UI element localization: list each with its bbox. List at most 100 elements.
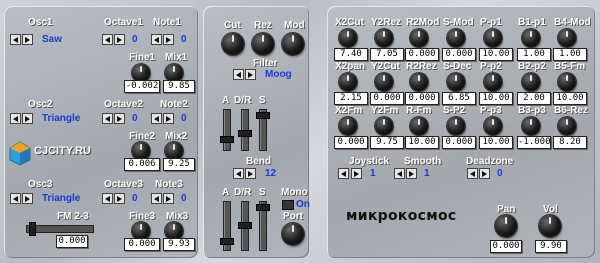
matrix-value[interactable]: 0.000 xyxy=(442,136,476,149)
matrix-knob[interactable] xyxy=(484,29,502,47)
matrix-knob[interactable] xyxy=(447,73,465,91)
filter-type-next-button[interactable] xyxy=(245,69,256,80)
rez-knob[interactable] xyxy=(252,33,274,55)
env1-decay-release-slider[interactable] xyxy=(238,109,252,151)
matrix-value[interactable]: 1.00 xyxy=(553,48,587,61)
fine1-value[interactable]: -0.002 xyxy=(124,80,160,93)
env1-attack-slider[interactable] xyxy=(220,109,234,151)
env2-decay-release-slider[interactable] xyxy=(238,201,252,251)
matrix-knob[interactable] xyxy=(447,29,465,47)
port-knob[interactable] xyxy=(282,223,304,245)
env1-decay-release-thumb[interactable] xyxy=(238,130,252,137)
fm23-slider[interactable] xyxy=(26,222,94,236)
fine2-value[interactable]: 0.006 xyxy=(124,158,160,171)
matrix-value[interactable]: 0.000 xyxy=(334,136,368,149)
matrix-value[interactable]: 9.75 xyxy=(370,136,404,149)
matrix-value[interactable]: 0.000 xyxy=(405,92,439,105)
osc1-wave-next-button[interactable] xyxy=(22,34,33,45)
env1-sustain-slider[interactable] xyxy=(256,109,270,151)
filter-type-prev-button[interactable] xyxy=(233,69,244,80)
matrix-knob[interactable] xyxy=(375,29,393,47)
bend-down-button[interactable] xyxy=(233,168,244,179)
matrix-value[interactable]: 0.000 xyxy=(405,48,439,61)
matrix-value[interactable]: 7.05 xyxy=(370,48,404,61)
mod-knob[interactable] xyxy=(282,33,304,55)
fm23-value[interactable]: 0.000 xyxy=(56,235,88,248)
env2-decay-release-thumb[interactable] xyxy=(238,222,252,229)
env2-sustain-thumb[interactable] xyxy=(256,204,270,211)
matrix-value[interactable]: 8.20 xyxy=(553,136,587,149)
smooth-next-button[interactable] xyxy=(406,168,417,179)
matrix-value[interactable]: 0.000 xyxy=(442,48,476,61)
mono-toggle[interactable] xyxy=(282,200,294,210)
matrix-value[interactable]: 2.15 xyxy=(334,92,368,105)
osc1-wave-prev-button[interactable] xyxy=(10,34,21,45)
osc2-wave-next-button[interactable] xyxy=(22,113,33,124)
pan-knob[interactable] xyxy=(495,215,517,237)
note2-up-button[interactable] xyxy=(163,113,174,124)
env2-attack-slider[interactable] xyxy=(220,201,234,251)
fine3-value[interactable]: 0.000 xyxy=(124,238,160,251)
note1-up-button[interactable] xyxy=(163,34,174,45)
matrix-knob[interactable] xyxy=(375,117,393,135)
pan-value[interactable]: 0.000 xyxy=(490,240,522,253)
note3-up-button[interactable] xyxy=(163,193,174,204)
osc3-wave-prev-button[interactable] xyxy=(10,193,21,204)
mix1-value[interactable]: 9.85 xyxy=(163,80,195,93)
matrix-knob[interactable] xyxy=(558,117,576,135)
matrix-value[interactable]: 10.00 xyxy=(479,136,513,149)
note3-down-button[interactable] xyxy=(151,193,162,204)
octave1-up-button[interactable] xyxy=(114,34,125,45)
cut-knob[interactable] xyxy=(222,33,244,55)
joystick-prev-button[interactable] xyxy=(338,168,349,179)
matrix-knob[interactable] xyxy=(522,73,540,91)
matrix-knob[interactable] xyxy=(339,117,357,135)
matrix-knob[interactable] xyxy=(339,29,357,47)
vol-knob[interactable] xyxy=(539,215,561,237)
octave2-up-button[interactable] xyxy=(114,113,125,124)
matrix-value[interactable]: 0.000 xyxy=(370,92,404,105)
fm23-slider-thumb[interactable] xyxy=(29,222,36,236)
bend-up-button[interactable] xyxy=(245,168,256,179)
octave3-up-button[interactable] xyxy=(114,193,125,204)
matrix-knob[interactable] xyxy=(410,117,428,135)
matrix-knob[interactable] xyxy=(375,73,393,91)
env2-sustain-slider[interactable] xyxy=(256,201,270,251)
matrix-knob[interactable] xyxy=(410,29,428,47)
matrix-value[interactable]: 6.85 xyxy=(442,92,476,105)
matrix-value[interactable]: 10.00 xyxy=(405,136,439,149)
octave3-down-button[interactable] xyxy=(102,193,113,204)
note2-down-button[interactable] xyxy=(151,113,162,124)
matrix-knob[interactable] xyxy=(522,29,540,47)
deadzone-prev-button[interactable] xyxy=(467,168,478,179)
osc3-wave-next-button[interactable] xyxy=(22,193,33,204)
matrix-value[interactable]: 10.00 xyxy=(553,92,587,105)
matrix-knob[interactable] xyxy=(484,73,502,91)
matrix-knob[interactable] xyxy=(558,73,576,91)
matrix-value[interactable]: 1.00 xyxy=(517,48,551,61)
env1-attack-thumb[interactable] xyxy=(220,136,234,143)
matrix-knob[interactable] xyxy=(558,29,576,47)
vol-value[interactable]: 9.90 xyxy=(535,240,567,253)
matrix-value[interactable]: 7.40 xyxy=(334,48,368,61)
matrix-knob[interactable] xyxy=(447,117,465,135)
octave1-down-button[interactable] xyxy=(102,34,113,45)
matrix-value[interactable]: 10.00 xyxy=(479,92,513,105)
smooth-prev-button[interactable] xyxy=(394,168,405,179)
joystick-next-button[interactable] xyxy=(351,168,362,179)
env2-attack-thumb[interactable] xyxy=(220,238,234,245)
matrix-value[interactable]: 10.00 xyxy=(479,48,513,61)
octave2-down-button[interactable] xyxy=(102,113,113,124)
env1-sustain-thumb[interactable] xyxy=(256,112,270,119)
matrix-value[interactable]: -1.000 xyxy=(517,136,551,149)
matrix-knob[interactable] xyxy=(410,73,428,91)
note1-down-button[interactable] xyxy=(151,34,162,45)
mix2-value[interactable]: 9.25 xyxy=(163,158,195,171)
matrix-knob[interactable] xyxy=(522,117,540,135)
mix3-value[interactable]: 9.93 xyxy=(163,238,195,251)
matrix-knob[interactable] xyxy=(339,73,357,91)
matrix-knob[interactable] xyxy=(484,117,502,135)
matrix-value[interactable]: 2.00 xyxy=(517,92,551,105)
osc2-wave-prev-button[interactable] xyxy=(10,113,21,124)
deadzone-next-button[interactable] xyxy=(479,168,490,179)
